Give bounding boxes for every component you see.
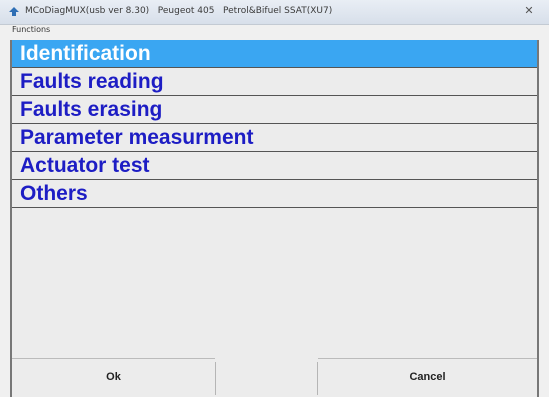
menu-item-actuator-test[interactable]: Actuator test	[12, 152, 537, 180]
ok-button[interactable]: Ok	[12, 358, 215, 395]
title-bar: MCoDiagMUX(usb ver 8.30) Peugeot 405 Pet…	[0, 0, 549, 25]
menu-item-others[interactable]: Others	[12, 180, 537, 208]
functions-panel: Identification Faults reading Faults era…	[10, 40, 539, 397]
app-icon	[9, 7, 19, 16]
menu-item-parameter-measurement[interactable]: Parameter measurment	[12, 124, 537, 152]
close-icon[interactable]: ✕	[521, 3, 537, 19]
menu-item-faults-erasing[interactable]: Faults erasing	[12, 96, 537, 124]
cancel-button[interactable]: Cancel	[318, 358, 537, 395]
menu-item-identification[interactable]: Identification	[12, 40, 537, 68]
button-divider	[215, 362, 216, 395]
menu-item-faults-reading[interactable]: Faults reading	[12, 68, 537, 96]
function-list: Identification Faults reading Faults era…	[12, 40, 537, 208]
window-title: MCoDiagMUX(usb ver 8.30) Peugeot 405 Pet…	[25, 6, 333, 16]
functions-label: Functions	[12, 25, 51, 34]
